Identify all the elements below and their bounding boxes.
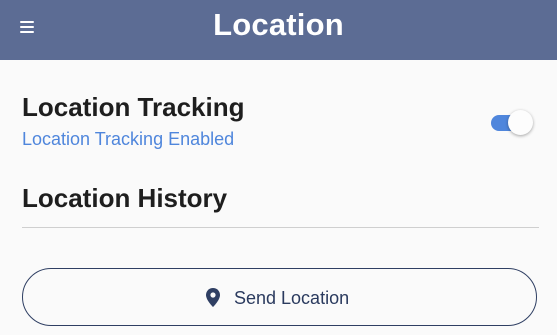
location-history-title: Location History	[22, 183, 228, 213]
page-title: Location	[213, 7, 344, 42]
app-header: Location	[0, 0, 557, 60]
location-tracking-status: Location Tracking Enabled	[22, 129, 235, 149]
location-tracking-title: Location Tracking	[22, 92, 245, 122]
location-tracking-toggle[interactable]	[491, 110, 535, 136]
send-location-button[interactable]: Send Location	[22, 268, 537, 326]
send-location-label: Send Location	[234, 288, 350, 308]
toggle-thumb	[508, 110, 533, 135]
map-pin-icon	[206, 288, 220, 307]
section-divider	[22, 227, 539, 228]
